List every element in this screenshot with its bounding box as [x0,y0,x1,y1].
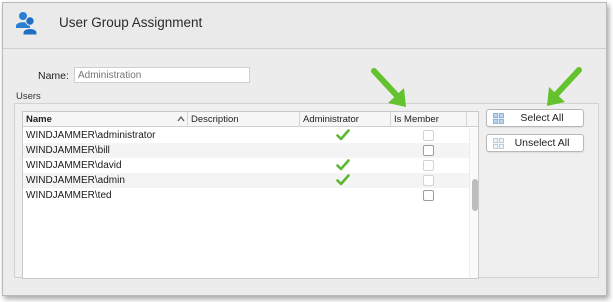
column-header-description[interactable]: Description [188,112,300,127]
users-section-label: Users [16,91,41,102]
is-member-checkbox[interactable] [423,190,434,201]
unselect-all-button[interactable]: Unselect All [486,134,584,152]
name-label: Name: [38,70,69,82]
administrator-check-icon [336,129,350,141]
table-row[interactable]: WINDJAMMER\david [23,158,469,173]
users-table: Name Description Administrator Is Member… [22,111,479,279]
table-row[interactable]: WINDJAMMER\admin [23,173,469,188]
is-member-checkbox[interactable] [423,160,434,171]
table-row[interactable]: WINDJAMMER\administrator [23,128,469,143]
user-name-cell: WINDJAMMER\david [26,160,122,171]
user-name-cell: WINDJAMMER\ted [26,190,112,201]
administrator-check-icon [336,174,350,186]
table-row[interactable]: WINDJAMMER\ted [23,188,469,203]
users-group-icon [16,12,38,36]
user-name-cell: WINDJAMMER\administrator [26,130,156,141]
table-header: Name Description Administrator Is Member [23,112,478,127]
column-header-administrator[interactable]: Administrator [300,112,391,127]
is-member-checkbox[interactable] [423,130,434,141]
sort-ascending-icon[interactable] [177,115,185,123]
grid-select-icon [493,113,504,124]
grid-unselect-icon [493,138,504,149]
green-arrow-icon [547,67,582,106]
unselect-all-label: Unselect All [514,137,570,149]
user-name-cell: WINDJAMMER\bill [26,145,110,156]
scrollbar-thumb[interactable] [472,179,478,211]
select-all-button[interactable]: Select All [486,109,584,127]
column-header-is-member[interactable]: Is Member [391,112,467,127]
column-header-name[interactable]: Name [23,112,188,127]
window-title: User Group Assignment [59,15,203,30]
name-field[interactable] [74,67,250,83]
is-member-checkbox[interactable] [423,175,434,186]
user-name-cell: WINDJAMMER\admin [26,175,125,186]
green-arrow-icon [371,68,406,107]
administrator-check-icon [336,159,350,171]
table-row[interactable]: WINDJAMMER\bill [23,143,469,158]
select-all-label: Select All [520,112,564,124]
dialog-window: User Group Assignment Name: Users Name D… [2,2,607,296]
vertical-scrollbar[interactable] [469,128,478,278]
is-member-checkbox[interactable] [423,145,434,156]
dialog-header: User Group Assignment [3,3,606,49]
